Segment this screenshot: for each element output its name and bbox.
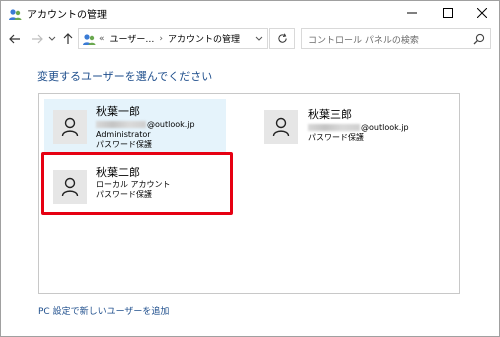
chevron-down-icon	[48, 36, 56, 41]
breadcrumb-separator[interactable]: ›	[159, 34, 163, 44]
address-dropdown-button[interactable]	[251, 29, 267, 48]
maximize-icon	[443, 8, 453, 18]
user-icon	[272, 117, 290, 137]
account-name: 秋葉三郎	[308, 108, 352, 121]
user-icon	[61, 117, 79, 137]
minimize-icon	[407, 12, 417, 14]
recent-locations-button[interactable]	[47, 31, 57, 47]
account-password-status: パスワード保護	[308, 133, 364, 142]
account-email: @outlook.jp	[96, 119, 195, 130]
redacted-email-local-part	[96, 121, 146, 128]
search-icon	[473, 33, 485, 45]
add-user-link[interactable]: PC 設定で新しいユーザーを追加	[38, 304, 169, 317]
user-accounts-icon	[8, 6, 22, 20]
user-accounts-icon	[82, 32, 96, 46]
account-email: @outlook.jp	[308, 122, 409, 133]
account-name: 秋葉一郎	[96, 105, 140, 118]
close-button[interactable]	[465, 1, 499, 25]
chevron-down-icon	[255, 36, 263, 41]
account-info: 秋葉三郎 @outlook.jp パスワード保護	[308, 108, 409, 143]
refresh-button[interactable]	[269, 28, 295, 49]
page-heading: 変更するユーザーを選んでください	[37, 70, 213, 83]
close-icon	[477, 8, 487, 18]
forward-arrow-icon	[32, 34, 43, 44]
up-button[interactable]	[61, 31, 75, 47]
redacted-email-local-part	[308, 124, 360, 131]
back-arrow-icon	[9, 34, 20, 44]
forward-button[interactable]	[29, 31, 45, 47]
navigation-bar: « ユーザー… › アカウントの管理 コントロール パネルの検索	[1, 27, 499, 51]
avatar	[264, 110, 298, 144]
search-input[interactable]: コントロール パネルの検索	[301, 28, 491, 49]
refresh-icon	[277, 33, 287, 43]
account-tile-ichiro[interactable]: 秋葉一郎 @outlook.jp Administrator パスワード保護	[44, 99, 226, 153]
account-info: 秋葉一郎 @outlook.jp Administrator パスワード保護	[96, 105, 195, 150]
search-placeholder: コントロール パネルの検索	[308, 36, 419, 46]
account-type: Administrator	[96, 130, 151, 139]
breadcrumb: « ユーザー… › アカウントの管理	[99, 32, 240, 46]
address-bar[interactable]: « ユーザー… › アカウントの管理	[78, 28, 268, 49]
back-button[interactable]	[7, 31, 23, 47]
breadcrumb-item-user-accounts[interactable]: ユーザー…	[110, 32, 155, 45]
title-bar: アカウントの管理	[1, 1, 499, 25]
account-email-domain: @outlook.jp	[361, 122, 409, 132]
account-password-status: パスワード保護	[96, 140, 152, 149]
maximize-button[interactable]	[431, 1, 465, 25]
highlight-box	[41, 152, 233, 215]
breadcrumb-item-manage-accounts[interactable]: アカウントの管理	[168, 32, 240, 45]
account-email-domain: @outlook.jp	[147, 119, 195, 129]
window-title: アカウントの管理	[27, 10, 107, 21]
avatar	[53, 110, 87, 144]
breadcrumb-overflow[interactable]: «	[99, 34, 105, 44]
up-arrow-icon	[63, 33, 73, 44]
minimize-button[interactable]	[395, 1, 429, 25]
account-tile-saburo[interactable]: 秋葉三郎 @outlook.jp パスワード保護	[258, 100, 448, 154]
